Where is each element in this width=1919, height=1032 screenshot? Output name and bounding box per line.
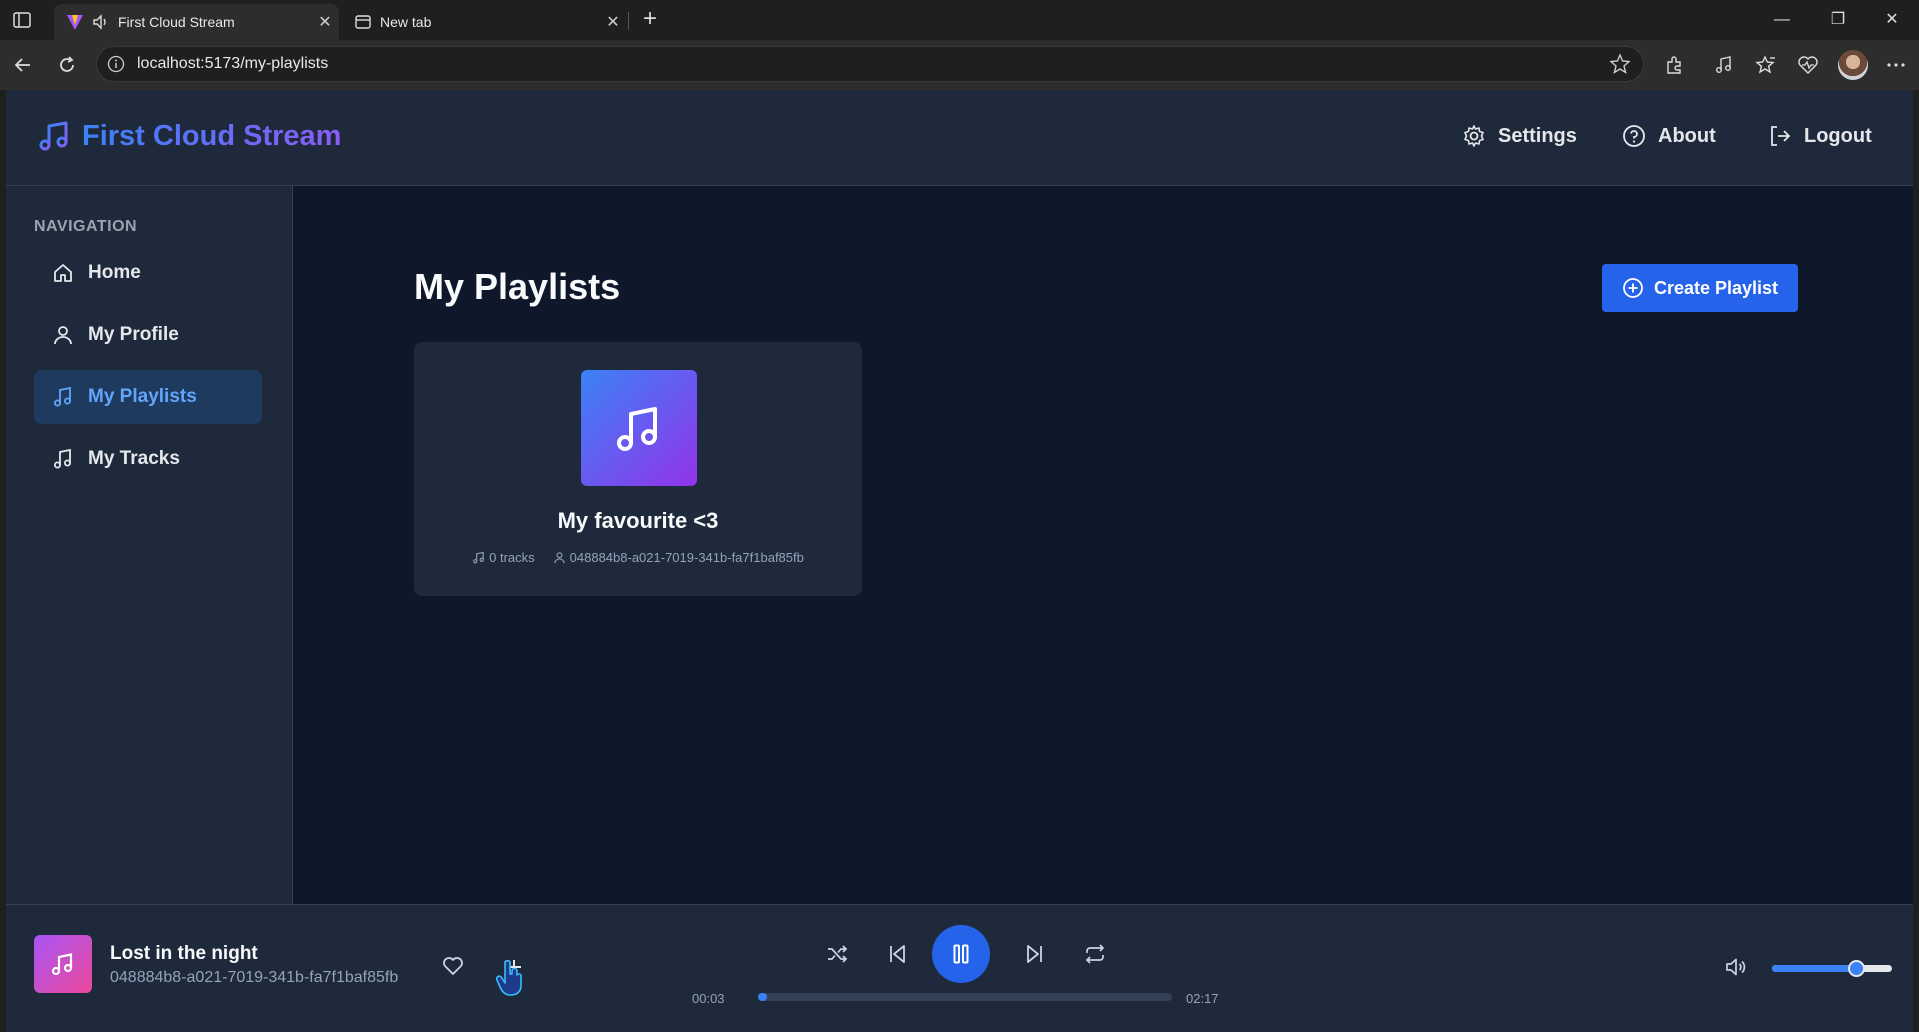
duration: 02:17 <box>1186 991 1219 1006</box>
now-playing-title: Lost in the night <box>110 943 258 964</box>
gear-icon <box>1464 125 1484 147</box>
media-control-icon[interactable] <box>1712 53 1736 77</box>
tab-title: New tab <box>380 14 432 30</box>
previous-track-icon[interactable] <box>884 941 910 967</box>
music-note-icon <box>54 448 71 469</box>
volume-slider[interactable] <box>1772 960 1892 977</box>
pause-icon <box>953 944 969 964</box>
tab-new-tab[interactable]: New tab ✕ <box>342 4 627 40</box>
settings-label: Settings <box>1498 124 1577 147</box>
volume-slider-handle[interactable] <box>1848 960 1865 977</box>
minimize-icon[interactable]: — <box>1759 4 1805 36</box>
logout-label: Logout <box>1804 124 1872 147</box>
sidebar-item-my-playlists[interactable]: My Playlists <box>34 370 262 424</box>
tab-title: First Cloud Stream <box>118 14 235 30</box>
music-note-icon <box>54 386 71 407</box>
extensions-icon[interactable] <box>1663 53 1687 77</box>
hand-cursor-icon <box>495 959 522 996</box>
create-playlist-label: Create Playlist <box>1653 277 1779 298</box>
sidebar-item-my-profile[interactable]: My Profile <box>34 308 262 362</box>
track-count: 0 tracks <box>472 550 535 565</box>
create-playlist-button[interactable]: Create Playlist <box>1602 264 1798 312</box>
speaker-icon[interactable] <box>92 13 110 31</box>
browser-essentials-icon[interactable] <box>1796 53 1820 77</box>
plus-circle-icon <box>1623 278 1643 298</box>
music-note-icon <box>617 407 657 451</box>
sidebar-item-label: My Playlists <box>88 386 197 407</box>
close-window-icon[interactable]: ✕ <box>1869 4 1915 36</box>
new-tab-plus-icon[interactable]: + <box>636 6 664 34</box>
new-tab-page-icon <box>355 15 371 29</box>
music-note-icon <box>51 953 73 976</box>
app-root: First Cloud Stream Settings About Logout… <box>6 90 1913 1032</box>
site-info-icon[interactable] <box>107 55 125 73</box>
owner-id-text: 048884b8-a021-7019-341b-fa7f1baf85fb <box>569 550 804 565</box>
repeat-icon[interactable] <box>1082 941 1108 967</box>
sidebar-item-home[interactable]: Home <box>34 246 262 300</box>
vite-favicon-icon <box>67 15 83 30</box>
music-note-logo-icon <box>39 121 68 151</box>
sidebar-item-label: My Tracks <box>88 448 180 469</box>
heart-icon[interactable] <box>440 953 466 979</box>
current-time: 00:03 <box>692 991 725 1006</box>
sidebar: NAVIGATION Home My Profile My Playlists … <box>6 186 293 904</box>
sidebar-item-my-tracks[interactable]: My Tracks <box>34 432 262 486</box>
playback-progress-bar[interactable] <box>758 993 1172 1001</box>
logout-icon <box>1771 126 1791 146</box>
home-icon <box>54 264 72 282</box>
profile-avatar[interactable] <box>1838 50 1868 80</box>
volume-slider-fill <box>1772 965 1856 972</box>
browser-toolbar: localhost:5173/my-playlists <box>0 40 1919 90</box>
playlist-cover <box>581 370 697 486</box>
app-header: First Cloud Stream Settings About Logout <box>6 90 1913 186</box>
playback-progress-fill <box>758 993 768 1001</box>
sidebar-item-label: Home <box>88 262 141 283</box>
sidebar-toggle-icon[interactable] <box>12 10 32 30</box>
close-tab-icon[interactable]: ✕ <box>599 12 627 32</box>
app-name: First Cloud Stream <box>82 119 342 152</box>
user-icon <box>54 326 72 345</box>
logout-link[interactable]: Logout <box>1768 124 1872 148</box>
now-playing-artist: 048884b8-a021-7019-341b-fa7f1baf85fb <box>110 969 399 986</box>
track-count-text: 0 tracks <box>489 550 535 565</box>
volume-icon[interactable] <box>1722 953 1750 981</box>
next-track-icon[interactable] <box>1022 941 1048 967</box>
about-label: About <box>1658 124 1716 147</box>
close-tab-icon[interactable]: ✕ <box>311 12 339 32</box>
tab-divider <box>628 12 629 30</box>
url-text: localhost:5173/my-playlists <box>137 55 329 72</box>
reload-icon[interactable] <box>52 50 82 80</box>
player-bar: Lost in the night 048884b8-a021-7019-341… <box>6 904 1913 1032</box>
more-menu-icon[interactable] <box>1884 53 1908 77</box>
music-note-icon <box>473 551 485 564</box>
nav-heading: NAVIGATION <box>34 218 138 235</box>
tab-first-cloud-stream[interactable]: First Cloud Stream ✕ <box>54 4 339 40</box>
now-playing-artwork <box>34 935 92 993</box>
back-arrow-icon[interactable] <box>8 50 38 80</box>
help-circle-icon <box>1623 125 1645 147</box>
settings-link[interactable]: Settings <box>1462 124 1577 148</box>
browser-tabbar: First Cloud Stream ✕ New tab ✕ + — ❐ ✕ <box>0 0 1919 40</box>
page-title: My Playlists <box>414 266 621 307</box>
about-link[interactable]: About <box>1622 124 1716 148</box>
playlist-card[interactable]: My favourite <3 0 tracks 048884b8-a021-7… <box>414 342 862 596</box>
shuffle-icon[interactable] <box>824 941 850 967</box>
favorite-star-icon[interactable] <box>1609 53 1631 75</box>
address-bar[interactable]: localhost:5173/my-playlists <box>96 46 1644 82</box>
user-icon <box>553 552 565 564</box>
main-content: My Playlists Create Playlist My favourit… <box>294 186 1913 904</box>
playlist-meta: 0 tracks 048884b8-a021-7019-341b-fa7f1ba… <box>414 550 862 565</box>
pause-button[interactable] <box>932 925 990 983</box>
playlist-owner: 048884b8-a021-7019-341b-fa7f1baf85fb <box>553 550 804 565</box>
sidebar-item-label: My Profile <box>88 324 179 345</box>
restore-icon[interactable]: ❐ <box>1815 4 1861 36</box>
brand[interactable]: First Cloud Stream <box>36 118 341 154</box>
playlist-name: My favourite <3 <box>557 508 719 533</box>
favorites-icon[interactable] <box>1754 53 1778 77</box>
